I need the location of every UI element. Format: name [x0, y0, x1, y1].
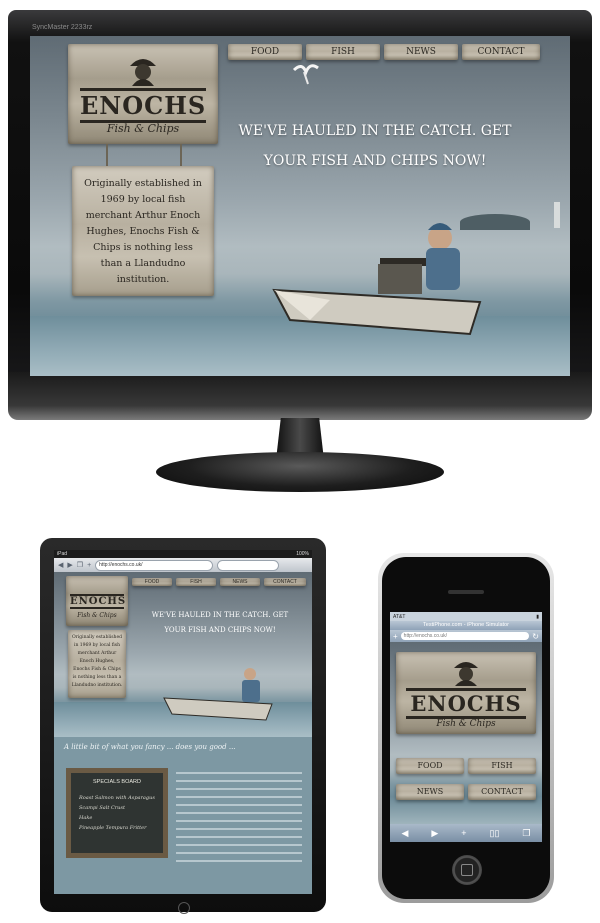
tablet-intro-text: Originally established in 1969 by local … [71, 635, 123, 688]
tabs-icon[interactable]: ❐ [522, 828, 530, 839]
tabs-icon[interactable]: ❐ [77, 561, 83, 569]
specials-board-title: SPECIALS BOARD [93, 779, 141, 785]
tablet-nav-food[interactable]: FOOD [132, 578, 172, 586]
tablet-logo-subtitle: Fish & Chips [77, 612, 117, 619]
specials-item: Hake [79, 815, 93, 821]
tablet-hero-headline: WE'VE HAULED IN THE CATCH. GET YOUR FISH… [151, 611, 289, 634]
sign-chain [106, 144, 108, 168]
tablet-url-field[interactable]: http://enochs.co.uk/ [95, 559, 214, 571]
phone-browser-toolbar: ◀ ▶ + ▯▯ ❐ [390, 824, 542, 842]
monitor-brand-label: SyncMaster 2233rz [32, 24, 93, 31]
forward-icon[interactable]: ▶ [431, 828, 438, 839]
tablet-intro-sign: Originally established in 1969 by local … [68, 630, 126, 698]
intro-sign: Originally established in 1969 by local … [72, 166, 214, 296]
phone-speaker [448, 590, 484, 594]
phone-nav-contact[interactable]: CONTACT [468, 784, 536, 800]
tablet-nav-contact[interactable]: CONTACT [264, 578, 306, 586]
phone-nav-fish[interactable]: FISH [468, 758, 536, 774]
nav-contact-button[interactable]: CONTACT [462, 44, 540, 60]
phone-logo-subtitle: Fish & Chips [436, 719, 496, 729]
specials-board-frame: SPECIALS BOARD Roast Salmon with Asparag… [66, 768, 168, 858]
phone-logo-wordmark: ENOCHS [406, 688, 526, 719]
tablet-logo-wordmark: ENOCHS [70, 594, 127, 609]
intro-text: Originally established in 1969 by local … [84, 178, 202, 285]
phone-url-bar: + http://enochs.co.uk/ ↻ [390, 630, 542, 642]
specials-item: Roast Salmon with Asparagus [79, 795, 155, 801]
add-bookmark-icon[interactable]: + [393, 632, 398, 641]
seagull-icon [292, 64, 319, 85]
tablet-search-field[interactable] [217, 559, 280, 571]
add-icon[interactable]: + [461, 828, 466, 838]
logo-subtitle: Fish & Chips [106, 122, 180, 135]
tablet-device-label: iPad [57, 551, 68, 557]
logo-wordmark: ENOCHS [80, 88, 206, 123]
nav-fish-button[interactable]: FISH [306, 44, 380, 60]
specials-board-items: Roast Salmon with Asparagus Scampi Salt … [79, 793, 159, 833]
specials-item: Scampi Salt Crust [79, 805, 125, 811]
bookmarks-icon[interactable]: ▯▯ [490, 828, 500, 839]
fishing-boat-illustration [272, 223, 482, 336]
phone-screen: AT&T ▮ TestiPhone.com - iPhone Simulator… [390, 612, 542, 842]
phone-url-field[interactable]: http://enochs.co.uk/ [400, 632, 530, 640]
tablet-home-button[interactable] [178, 902, 190, 914]
battery-icon: ▮ [536, 613, 539, 620]
phone-nav-news[interactable]: NEWS [396, 784, 464, 800]
phone-page-title: TestiPhone.com - iPhone Simulator [390, 621, 542, 630]
back-icon[interactable]: ◀ [401, 828, 408, 839]
phone-carrier: AT&T [393, 613, 406, 620]
monitor-bezel-bottom [8, 372, 592, 420]
fisherman-logo-icon [130, 59, 156, 86]
sign-chain [180, 144, 182, 168]
lighthouse [554, 202, 560, 228]
nav-news-button[interactable]: NEWS [384, 44, 458, 60]
tablet-nav-fish[interactable]: FISH [176, 578, 216, 586]
reload-icon[interactable]: ↻ [532, 632, 539, 641]
tablet-browser-toolbar: ◀ ▶ ❐ + http://enochs.co.uk/ [54, 558, 312, 572]
monitor-screen: FOOD FISH NEWS CONTACT ENOCHS Fish & Chi… [30, 36, 570, 376]
specials-item: Pineapple Tempura Fritter [79, 825, 147, 831]
tablet-screen: iPad 100% ◀ ▶ ❐ + http://enochs.co.uk/ F… [54, 550, 312, 894]
tablet-logo-sign[interactable]: ENOCHS Fish & Chips [66, 576, 128, 626]
specials-board: SPECIALS BOARD Roast Salmon with Asparag… [71, 773, 163, 853]
forward-icon[interactable]: ▶ [67, 561, 72, 569]
tablet-nav-news[interactable]: NEWS [220, 578, 260, 586]
phone-page: ENOCHS Fish & Chips FOOD FISH NEWS CONTA… [390, 642, 542, 824]
tablet-body-text [176, 772, 302, 862]
tablet-tagline: A little bit of what you fancy ... does … [64, 743, 236, 751]
home-icon [461, 864, 473, 876]
tablet-status-bar: iPad 100% [54, 550, 312, 558]
phone-nav-food[interactable]: FOOD [396, 758, 464, 774]
back-icon[interactable]: ◀ [58, 561, 63, 569]
tablet-battery-level: 100% [296, 551, 309, 557]
fisherman-logo-icon [454, 662, 478, 686]
monitor-stand-base [156, 452, 444, 492]
tablet-boat-illustration [163, 668, 273, 721]
phone-logo-sign[interactable]: ENOCHS Fish & Chips [396, 652, 536, 734]
logo-sign[interactable]: ENOCHS Fish & Chips [68, 44, 218, 144]
phone-status-bar: AT&T ▮ [390, 612, 542, 621]
hero-headline: WE'VE HAULED IN THE CATCH. GET YOUR FISH… [238, 123, 512, 169]
add-icon[interactable]: + [87, 562, 91, 569]
nav-food-button[interactable]: FOOD [228, 44, 302, 60]
tablet-hero: FOOD FISH NEWS CONTACT ENOCHS Fish & Chi… [54, 572, 312, 737]
